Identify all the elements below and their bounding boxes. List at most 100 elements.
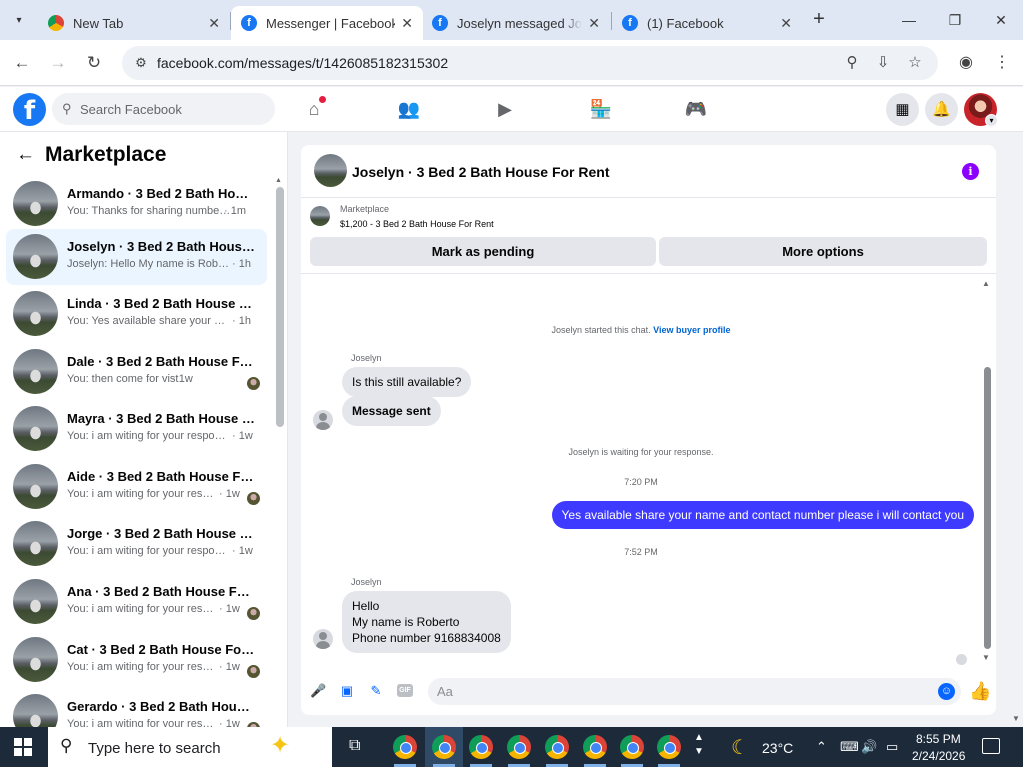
chrome-icon[interactable] bbox=[432, 735, 456, 759]
message-bubble-incoming[interactable]: Message sent bbox=[342, 396, 441, 426]
network-icon[interactable]: ⌨ bbox=[840, 739, 859, 755]
close-icon[interactable]: ✕ bbox=[588, 15, 600, 32]
kebab-menu-icon[interactable]: ⋮ bbox=[990, 51, 1014, 75]
clock-date[interactable]: 2/24/2026 bbox=[912, 749, 965, 763]
chat-list-scrollbar[interactable] bbox=[276, 187, 284, 427]
view-buyer-profile-link[interactable]: View buyer profile bbox=[653, 325, 730, 335]
tab-facebook[interactable]: f (1) Facebook ✕ bbox=[612, 6, 802, 40]
chrome-icon[interactable] bbox=[507, 735, 531, 759]
address-bar[interactable]: ⚙ facebook.com/messages/t/14260851823153… bbox=[122, 46, 938, 80]
message-bubble-incoming[interactable]: Is this still available? bbox=[342, 367, 472, 397]
menu-grid-icon[interactable]: ▦ bbox=[886, 93, 919, 126]
scroll-up-arrow-icon[interactable]: ▲ bbox=[982, 279, 990, 288]
back-arrow-icon[interactable]: ← bbox=[16, 144, 35, 166]
chevron-down-icon[interactable]: ▾ bbox=[985, 114, 998, 127]
input-method-icon[interactable]: ▭ bbox=[886, 739, 898, 755]
back-arrow-icon[interactable]: ← bbox=[10, 51, 34, 75]
chrome-icon[interactable] bbox=[545, 735, 569, 759]
task-view-icon[interactable]: ⧉ bbox=[349, 737, 360, 755]
chat-list-item[interactable]: Armando · 3 Bed 2 Bath House For Rent Yo… bbox=[6, 176, 267, 232]
tab-search-chevron-icon[interactable]: ▾ bbox=[6, 8, 32, 32]
facebook-search[interactable]: ⚲ Search Facebook bbox=[52, 93, 275, 125]
volume-icon[interactable]: 🔊 bbox=[861, 739, 877, 755]
thumbs-up-icon[interactable]: 👍 bbox=[969, 680, 991, 702]
listing-thumbnail[interactable] bbox=[314, 154, 347, 187]
moon-weather-icon[interactable]: ☾ bbox=[731, 735, 749, 760]
emoji-icon[interactable]: ☺ bbox=[938, 683, 955, 700]
close-icon[interactable]: ✕ bbox=[208, 15, 220, 32]
chat-list-item[interactable]: Dale · 3 Bed 2 Bath House For Rent You: … bbox=[6, 344, 267, 400]
chat-list-item[interactable]: Jorge · 3 Bed 2 Bath House For Rent You:… bbox=[6, 516, 267, 572]
taskbar-search[interactable]: ⚲ Type here to search ✦ bbox=[48, 727, 332, 767]
listing-thumbnail bbox=[13, 181, 58, 226]
forward-arrow-icon[interactable]: → bbox=[46, 51, 70, 75]
chrome-icon[interactable] bbox=[469, 735, 493, 759]
image-attach-icon[interactable]: ▣ bbox=[339, 683, 355, 699]
message-bubble-outgoing[interactable]: Yes available share your name and contac… bbox=[551, 501, 974, 529]
browser-tab-strip: ▾ New Tab ✕ f Messenger | Facebook ✕ f J… bbox=[0, 0, 1023, 40]
new-tab-plus-icon[interactable]: + bbox=[808, 9, 830, 31]
microphone-icon[interactable]: 🎤 bbox=[310, 683, 326, 699]
message-bubble-incoming[interactable]: Hello My name is Roberto Phone number 91… bbox=[342, 591, 511, 653]
chat-list-item[interactable]: Mayra · 3 Bed 2 Bath House For Rent You:… bbox=[6, 401, 267, 457]
chat-list-item[interactable]: Ana · 3 Bed 2 Bath House For Rent You: i… bbox=[6, 574, 267, 630]
bookmark-star-icon[interactable]: ☆ bbox=[906, 54, 924, 72]
timestamp: 7:52 PM bbox=[624, 547, 658, 557]
video-icon[interactable]: ▶ bbox=[491, 95, 519, 123]
scroll-down-arrow-icon[interactable]: ▼ bbox=[982, 653, 990, 662]
window-close-icon[interactable]: ✕ bbox=[986, 8, 1016, 32]
message-input[interactable] bbox=[428, 678, 961, 705]
facebook-icon: f bbox=[241, 15, 257, 31]
sticker-icon[interactable]: ✎ bbox=[368, 683, 384, 699]
tab-joselyn-messaged[interactable]: f Joselyn messaged Jose ✕ bbox=[422, 6, 610, 40]
site-settings-icon[interactable]: ⚙ bbox=[132, 54, 150, 72]
conversation-title[interactable]: Joselyn · 3 Bed 2 Bath House For Rent bbox=[352, 164, 610, 180]
seen-avatar bbox=[247, 492, 260, 505]
friends-icon[interactable]: 👥 bbox=[395, 95, 423, 123]
browser-toolbar: ← → ↻ ⚙ facebook.com/messages/t/14260851… bbox=[0, 40, 1023, 86]
chat-list-item[interactable]: Gerardo · 3 Bed 2 Bath House For Rent Yo… bbox=[6, 689, 267, 727]
taskbar-scroll-arrows-icon[interactable]: ▲ ▼ bbox=[694, 731, 704, 759]
page-scroll-down-arrow-icon[interactable]: ▼ bbox=[1012, 714, 1020, 723]
reload-icon[interactable]: ↻ bbox=[82, 51, 106, 75]
minimize-icon[interactable]: — bbox=[894, 8, 924, 32]
close-icon[interactable]: ✕ bbox=[780, 15, 792, 32]
url-text[interactable]: facebook.com/messages/t/1426085182315302 bbox=[157, 55, 448, 71]
info-icon[interactable]: i bbox=[962, 163, 979, 180]
conversation-scrollbar[interactable] bbox=[984, 367, 991, 649]
chrome-icon[interactable] bbox=[583, 735, 607, 759]
tab-messenger[interactable]: f Messenger | Facebook ✕ bbox=[231, 6, 423, 40]
windows-start-icon[interactable] bbox=[14, 738, 32, 756]
restore-icon[interactable]: ❐ bbox=[940, 8, 970, 32]
tab-new-tab[interactable]: New Tab ✕ bbox=[38, 6, 230, 40]
facebook-logo[interactable]: f bbox=[13, 93, 46, 126]
search-icon: ⚲ bbox=[60, 736, 73, 755]
gaming-icon[interactable]: 🎮 bbox=[682, 95, 710, 123]
profile-account-icon[interactable]: ◉ bbox=[954, 51, 978, 75]
chrome-icon bbox=[48, 15, 64, 31]
notifications-bell-icon[interactable]: 🔔 bbox=[925, 93, 958, 126]
read-receipt-avatar bbox=[956, 654, 967, 665]
notification-center-icon[interactable] bbox=[982, 738, 1000, 754]
chevron-up-icon[interactable]: ⌃ bbox=[816, 739, 827, 755]
more-options-button[interactable]: More options bbox=[659, 237, 987, 266]
marketplace-icon[interactable]: 🏪 bbox=[587, 95, 615, 123]
chat-list-item[interactable]: Aide · 3 Bed 2 Bath House For Rent You: … bbox=[6, 459, 267, 515]
weather-temperature[interactable]: 23°C bbox=[762, 740, 793, 756]
scroll-up-arrow-icon[interactable]: ▲ bbox=[275, 177, 282, 184]
facebook-icon: f bbox=[622, 15, 638, 31]
listing-thumbnail bbox=[13, 694, 58, 727]
zoom-icon[interactable]: ⚲ bbox=[843, 54, 861, 72]
chat-list-item[interactable]: Linda · 3 Bed 2 Bath House For Rent You:… bbox=[6, 286, 267, 342]
listing-price[interactable]: $1,200 - 3 Bed 2 Bath House For Rent bbox=[340, 219, 494, 229]
mark-as-pending-button[interactable]: Mark as pending bbox=[310, 237, 656, 266]
chrome-icon[interactable] bbox=[393, 735, 417, 759]
close-icon[interactable]: ✕ bbox=[401, 15, 413, 32]
clock-time[interactable]: 8:55 PM bbox=[916, 732, 961, 746]
chrome-icon[interactable] bbox=[657, 735, 681, 759]
chat-list-item[interactable]: Cat · 3 Bed 2 Bath House For Rent You: i… bbox=[6, 632, 267, 688]
gif-icon[interactable]: GIF bbox=[397, 684, 413, 697]
chat-list-item-active[interactable]: Joselyn · 3 Bed 2 Bath House For Rent Jo… bbox=[6, 229, 267, 285]
install-app-icon[interactable]: ⇩ bbox=[874, 54, 892, 72]
chrome-icon[interactable] bbox=[620, 735, 644, 759]
